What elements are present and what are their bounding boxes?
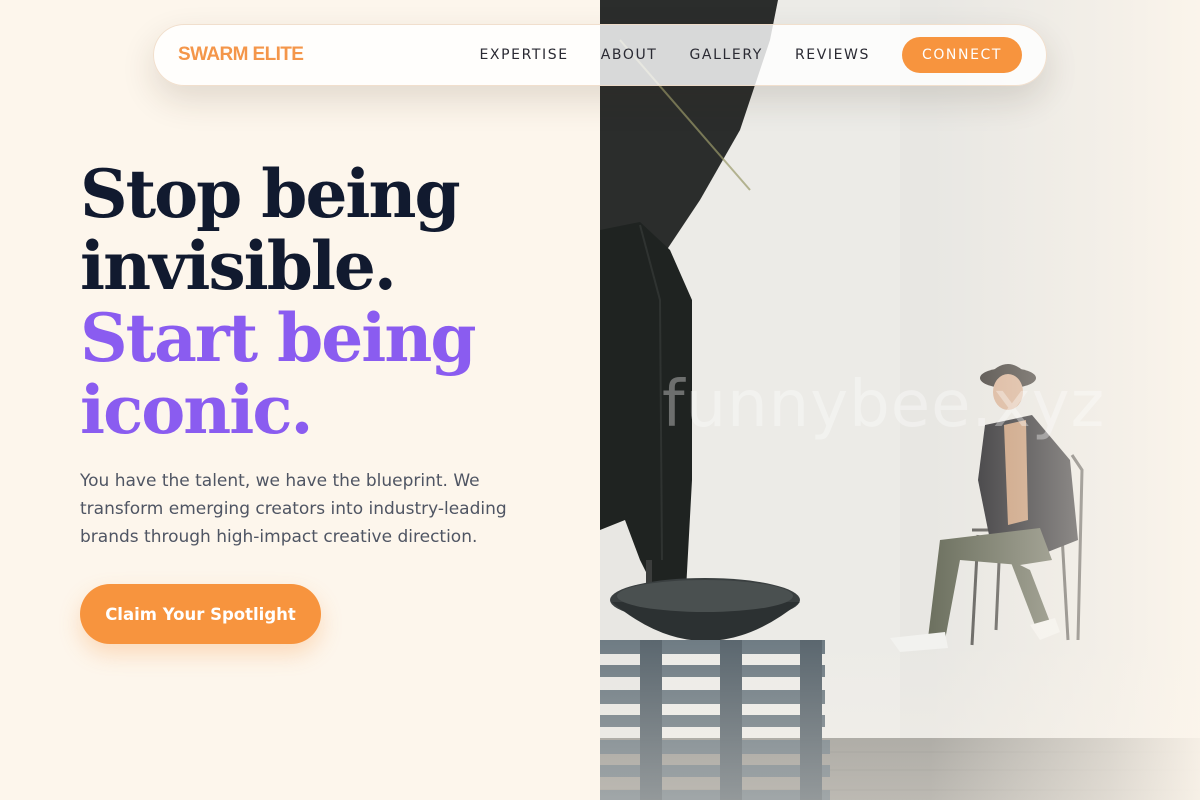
hero-heading-line-2: invisible. [80,227,397,305]
nav-link-gallery[interactable]: GALLERY [689,47,762,63]
hero-heading: Stop being invisible. Start being iconic… [80,158,580,446]
hero-description: You have the talent, we have the bluepri… [80,471,507,547]
claim-spotlight-button[interactable]: Claim Your Spotlight [80,584,321,644]
nav-link-about[interactable]: ABOUT [601,47,658,63]
top-navbar: SWARM ELITE EXPERTISE ABOUT GALLERY REVI… [153,24,1047,86]
hero-heading-line-1: Stop being [80,155,461,233]
hero-heading-accent-line-2: iconic. [80,371,314,449]
brand-logo[interactable]: SWARM ELITE [178,44,304,66]
nav-links: EXPERTISE ABOUT GALLERY REVIEWS CONNECT [479,37,1022,73]
hero-photo: funnybee.xyz [600,0,1200,800]
nav-link-reviews[interactable]: REVIEWS [795,47,870,63]
nav-link-expertise[interactable]: EXPERTISE [479,47,568,63]
hero-heading-accent-line-1: Start being [80,299,477,377]
connect-button[interactable]: CONNECT [902,37,1022,73]
photo-watermark: funnybee.xyz [662,368,1106,442]
